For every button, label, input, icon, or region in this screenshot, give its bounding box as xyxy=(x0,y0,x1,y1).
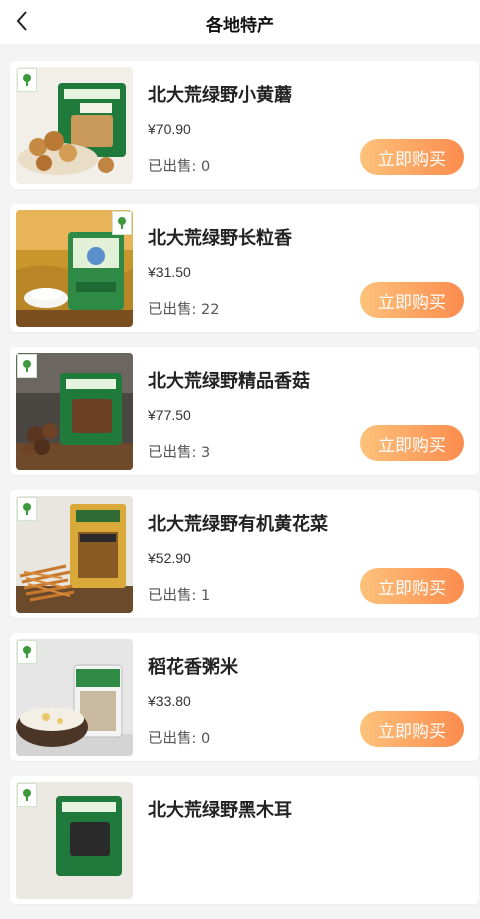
sold-count: 已出售: 0 xyxy=(148,731,211,747)
product-name: 北大荒绿野有机黄花菜 xyxy=(148,514,328,535)
product-name: 北大荒绿野小黄蘑 xyxy=(148,85,292,106)
buy-now-button[interactable]: 立即购买 xyxy=(360,282,464,318)
sold-count: 已出售: 0 xyxy=(148,159,211,175)
product-price: ¥70.90 xyxy=(148,121,191,137)
buy-now-button[interactable]: 立即购买 xyxy=(360,711,464,747)
product-price: ¥52.90 xyxy=(148,550,191,566)
buy-now-button[interactable]: 立即购买 xyxy=(360,425,464,461)
product-name: 北大荒绿野精品香菇 xyxy=(148,371,310,392)
sold-count: 已出售: 1 xyxy=(148,588,211,604)
product-card[interactable]: 北大荒绿野长粒香 ¥31.50 已出售: 22 立即购买 xyxy=(10,204,479,332)
brand-logo-icon xyxy=(17,640,37,664)
product-price: ¥77.50 xyxy=(148,407,191,423)
product-price: ¥31.50 xyxy=(148,264,191,280)
rice-bag-image xyxy=(16,210,133,327)
mushroom-package-image xyxy=(16,67,133,184)
page-title: 各地特产 xyxy=(206,16,274,36)
brand-logo-icon xyxy=(112,211,132,235)
top-bar: 各地特产 xyxy=(0,0,480,44)
product-name: 稻花香粥米 xyxy=(148,657,238,678)
sold-count: 已出售: 3 xyxy=(148,445,211,461)
brand-logo-icon xyxy=(17,354,37,378)
product-card[interactable]: 北大荒绿野精品香菇 ¥77.50 已出售: 3 立即购买 xyxy=(10,347,479,475)
product-card[interactable]: 稻花香粥米 ¥33.80 已出售: 0 立即购买 xyxy=(10,633,479,761)
shiitake-package-image xyxy=(16,353,133,470)
product-card[interactable]: 北大荒绿野有机黄花菜 ¥52.90 已出售: 1 立即购买 xyxy=(10,490,479,618)
black-fungus-package-image xyxy=(16,782,133,899)
product-card[interactable]: 北大荒绿野黑木耳 xyxy=(10,776,479,904)
sold-count: 已出售: 22 xyxy=(148,302,220,318)
product-list: 北大荒绿野小黄蘑 ¥70.90 已出售: 0 立即购买 北大荒绿野长粒香 ¥31… xyxy=(10,61,480,919)
brand-logo-icon xyxy=(17,68,37,92)
product-name: 北大荒绿野黑木耳 xyxy=(148,800,292,821)
porridge-rice-image xyxy=(16,639,133,756)
product-price: ¥33.80 xyxy=(148,693,191,709)
daylily-package-image xyxy=(16,496,133,613)
buy-now-button[interactable]: 立即购买 xyxy=(360,568,464,604)
product-name: 北大荒绿野长粒香 xyxy=(148,228,292,249)
buy-now-button[interactable]: 立即购买 xyxy=(360,139,464,175)
brand-logo-icon xyxy=(17,497,37,521)
product-card[interactable]: 北大荒绿野小黄蘑 ¥70.90 已出售: 0 立即购买 xyxy=(10,61,479,189)
brand-logo-icon xyxy=(17,783,37,807)
